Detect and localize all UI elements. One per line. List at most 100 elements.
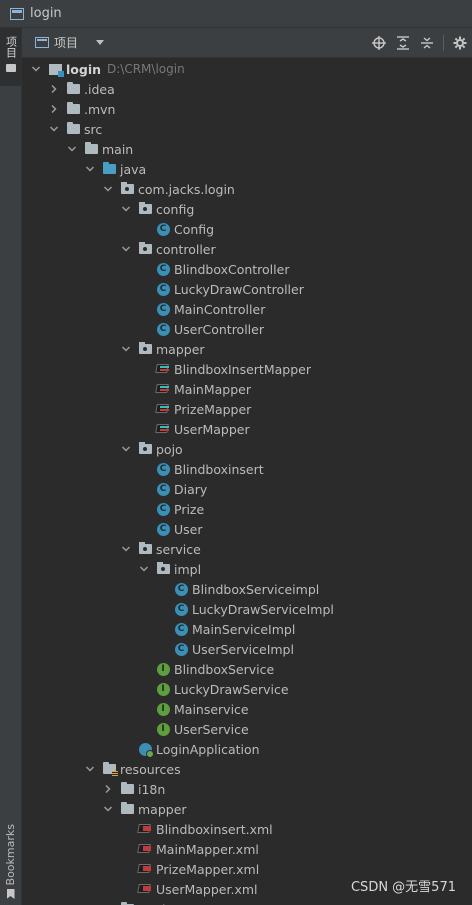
tree-node[interactable]: .mvn xyxy=(22,99,472,119)
module-path: D:\CRM\login xyxy=(107,62,185,76)
chevron-down-icon[interactable] xyxy=(120,243,132,255)
collapse-all-icon[interactable] xyxy=(415,32,439,54)
tree-node[interactable]: I Mainservice xyxy=(22,699,472,719)
expand-all-icon[interactable] xyxy=(391,32,415,54)
tree-node[interactable]: impl xyxy=(22,559,472,579)
tree-node[interactable]: mapper xyxy=(22,799,472,819)
tree-node[interactable]: I BlindboxService xyxy=(22,659,472,679)
interface-icon: I xyxy=(156,662,170,676)
view-selector-label[interactable]: 项目 xyxy=(54,34,78,51)
tree-node-label: i18n xyxy=(138,781,166,797)
chevron-down-icon[interactable] xyxy=(48,123,60,135)
tree-node-label: .idea xyxy=(84,81,115,97)
class-icon: C xyxy=(174,602,188,616)
tree-node[interactable]: MainMapper xyxy=(22,379,472,399)
tree-node-label: .mvn xyxy=(84,101,116,117)
chevron-down-icon[interactable] xyxy=(120,343,132,355)
tree-node[interactable]: LoginApplication xyxy=(22,739,472,759)
class-icon: C xyxy=(156,222,170,236)
tree-node[interactable]: src xyxy=(22,119,472,139)
tree-node[interactable]: static xyxy=(22,899,472,905)
tree-node[interactable]: I UserService xyxy=(22,719,472,739)
tree-node[interactable]: MainMapper.xml xyxy=(22,839,472,859)
tree-node[interactable]: i18n xyxy=(22,779,472,799)
tree-node[interactable]: C User xyxy=(22,519,472,539)
project-view-icon xyxy=(35,37,49,48)
mybatis-mapper-icon xyxy=(156,382,170,396)
tree-node[interactable]: service xyxy=(22,539,472,559)
title-bar: login xyxy=(0,0,472,28)
tree-node[interactable]: com.jacks.login xyxy=(22,179,472,199)
tree-node-label: PrizeMapper xyxy=(174,401,252,417)
chevron-down-icon[interactable] xyxy=(84,763,96,775)
class-icon: C xyxy=(174,622,188,636)
chevron-down-icon[interactable] xyxy=(30,63,42,75)
mybatis-xml-icon xyxy=(138,862,152,876)
package-icon xyxy=(138,202,152,216)
tree-node[interactable]: C Diary xyxy=(22,479,472,499)
chevron-right-icon[interactable] xyxy=(102,783,114,795)
tree-node-label: Prize xyxy=(174,501,205,517)
tree-node[interactable]: controller xyxy=(22,239,472,259)
tree-node[interactable]: PrizeMapper xyxy=(22,399,472,419)
tree-node-label: src xyxy=(84,121,103,137)
tree-node[interactable]: mapper xyxy=(22,339,472,359)
tree-node[interactable]: C Prize xyxy=(22,499,472,519)
tree-node[interactable]: C Blindboxinsert xyxy=(22,459,472,479)
chevron-down-icon[interactable] xyxy=(102,803,114,815)
project-tool-tab[interactable]: 项目 xyxy=(0,28,21,86)
tree-node[interactable]: pojo xyxy=(22,439,472,459)
chevron-down-icon[interactable] xyxy=(138,563,150,575)
tree-node[interactable]: C Config xyxy=(22,219,472,239)
tree-node[interactable]: C UserServiceImpl xyxy=(22,639,472,659)
chevron-down-icon[interactable] xyxy=(120,543,132,555)
tree-node[interactable]: main xyxy=(22,139,472,159)
tree-node[interactable]: C MainServiceImpl xyxy=(22,619,472,639)
tree-node[interactable]: C BlindboxServiceimpl xyxy=(22,579,472,599)
tree-node[interactable]: C MainController xyxy=(22,299,472,319)
tree-node[interactable]: Blindboxinsert.xml xyxy=(22,819,472,839)
chevron-down-icon[interactable] xyxy=(102,183,114,195)
tree-node[interactable]: C LuckyDrawServiceImpl xyxy=(22,599,472,619)
chevron-down-icon[interactable] xyxy=(96,40,105,45)
tree-node[interactable]: .idea xyxy=(22,79,472,99)
tree-node[interactable]: resources xyxy=(22,759,472,779)
chevron-down-icon[interactable] xyxy=(120,203,132,215)
tree-node[interactable]: login D:\CRM\login xyxy=(22,59,472,79)
tree-node[interactable]: C LuckyDrawController xyxy=(22,279,472,299)
tree-node-label: MainController xyxy=(174,301,266,317)
tree-node[interactable]: java xyxy=(22,159,472,179)
tree-node[interactable]: C BlindboxController xyxy=(22,259,472,279)
tree-node-label: impl xyxy=(174,561,202,577)
crosshair-icon[interactable] xyxy=(367,32,391,54)
tree-node-label: BlindboxService xyxy=(174,661,275,677)
mybatis-xml-icon xyxy=(138,842,152,856)
tree-node[interactable]: C UserController xyxy=(22,319,472,339)
settings-icon[interactable] xyxy=(448,32,472,54)
mybatis-mapper-icon xyxy=(156,402,170,416)
tree-node[interactable]: I LuckyDrawService xyxy=(22,679,472,699)
tree-node-label: BlindboxController xyxy=(174,261,290,277)
window-icon xyxy=(10,7,24,20)
tree-node[interactable]: config xyxy=(22,199,472,219)
tree-node[interactable]: BlindboxInsertMapper xyxy=(22,359,472,379)
bookmarks-tool-tab[interactable]: Bookmarks xyxy=(0,824,21,899)
class-icon: C xyxy=(156,282,170,296)
chevron-right-icon[interactable] xyxy=(48,83,60,95)
chevron-down-icon[interactable] xyxy=(84,163,96,175)
chevron-down-icon[interactable] xyxy=(66,143,78,155)
tree-node-label: MainServiceImpl xyxy=(192,621,296,637)
tree-node[interactable]: UserMapper xyxy=(22,419,472,439)
tree-node-label: mapper xyxy=(138,801,187,817)
chevron-right-icon[interactable] xyxy=(48,103,60,115)
chevron-down-icon[interactable] xyxy=(120,443,132,455)
tree-node-label: MainMapper xyxy=(174,381,251,397)
